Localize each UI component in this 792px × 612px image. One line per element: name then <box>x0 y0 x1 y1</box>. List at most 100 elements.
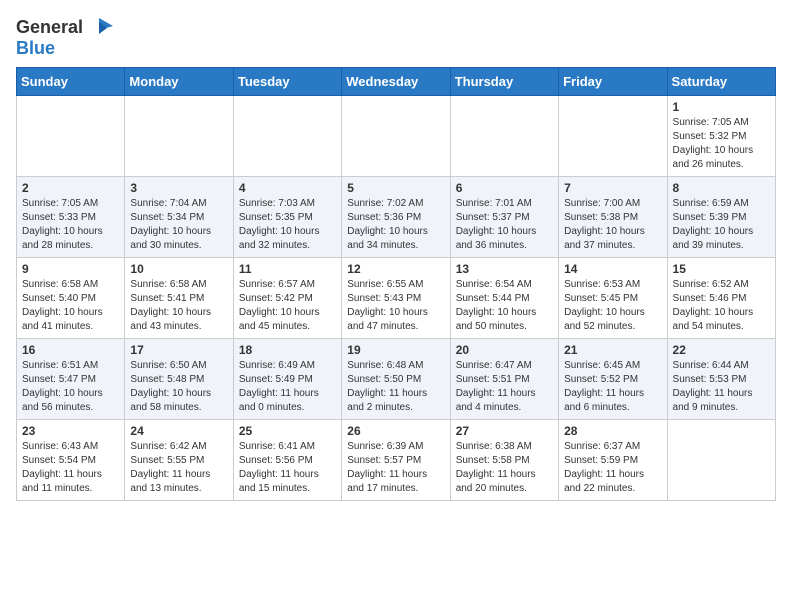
day-info: Sunrise: 6:48 AM Sunset: 5:50 PM Dayligh… <box>347 359 444 415</box>
logo-blue-text: Blue <box>16 38 55 58</box>
calendar-cell <box>667 420 775 501</box>
calendar-week-1: 1 Sunrise: 7:05 AM Sunset: 5:32 PM Daylig… <box>17 96 776 177</box>
calendar-cell: 3 Sunrise: 7:04 AM Sunset: 5:34 PM Daylig… <box>125 177 233 258</box>
calendar-week-5: 23 Sunrise: 6:43 AM Sunset: 5:54 PM Dayli… <box>17 420 776 501</box>
day-number: 28 <box>564 424 661 438</box>
day-info: Sunrise: 6:54 AM Sunset: 5:44 PM Dayligh… <box>456 278 553 334</box>
day-info: Sunrise: 6:45 AM Sunset: 5:52 PM Dayligh… <box>564 359 661 415</box>
calendar-cell <box>342 96 450 177</box>
day-info: Sunrise: 6:49 AM Sunset: 5:49 PM Dayligh… <box>239 359 336 415</box>
day-number: 15 <box>673 262 770 276</box>
day-number: 23 <box>22 424 119 438</box>
day-number: 12 <box>347 262 444 276</box>
day-number: 7 <box>564 181 661 195</box>
calendar-cell: 17 Sunrise: 6:50 AM Sunset: 5:48 PM Dayli… <box>125 339 233 420</box>
day-info: Sunrise: 6:39 AM Sunset: 5:57 PM Dayligh… <box>347 440 444 496</box>
calendar-cell: 15 Sunrise: 6:52 AM Sunset: 5:46 PM Dayli… <box>667 258 775 339</box>
day-info: Sunrise: 6:38 AM Sunset: 5:58 PM Dayligh… <box>456 440 553 496</box>
day-info: Sunrise: 7:01 AM Sunset: 5:37 PM Dayligh… <box>456 197 553 253</box>
calendar-cell: 8 Sunrise: 6:59 AM Sunset: 5:39 PM Daylig… <box>667 177 775 258</box>
day-number: 10 <box>130 262 227 276</box>
day-number: 14 <box>564 262 661 276</box>
day-info: Sunrise: 7:03 AM Sunset: 5:35 PM Dayligh… <box>239 197 336 253</box>
day-number: 8 <box>673 181 770 195</box>
calendar-cell: 9 Sunrise: 6:58 AM Sunset: 5:40 PM Daylig… <box>17 258 125 339</box>
day-number: 5 <box>347 181 444 195</box>
day-number: 17 <box>130 343 227 357</box>
day-info: Sunrise: 7:05 AM Sunset: 5:32 PM Dayligh… <box>673 116 770 172</box>
day-number: 27 <box>456 424 553 438</box>
day-info: Sunrise: 6:50 AM Sunset: 5:48 PM Dayligh… <box>130 359 227 415</box>
page-header: General Blue <box>16 16 776 59</box>
calendar-cell: 26 Sunrise: 6:39 AM Sunset: 5:57 PM Dayli… <box>342 420 450 501</box>
day-info: Sunrise: 6:52 AM Sunset: 5:46 PM Dayligh… <box>673 278 770 334</box>
day-number: 3 <box>130 181 227 195</box>
calendar-cell: 16 Sunrise: 6:51 AM Sunset: 5:47 PM Dayli… <box>17 339 125 420</box>
day-header-friday: Friday <box>559 68 667 96</box>
day-info: Sunrise: 6:57 AM Sunset: 5:42 PM Dayligh… <box>239 278 336 334</box>
day-number: 16 <box>22 343 119 357</box>
calendar-cell <box>17 96 125 177</box>
calendar-cell: 20Sunrise: 6:47 AM Sunset: 5:51 PM Dayli… <box>450 339 558 420</box>
calendar-cell: 1 Sunrise: 7:05 AM Sunset: 5:32 PM Daylig… <box>667 96 775 177</box>
day-number: 21 <box>564 343 661 357</box>
calendar-cell <box>450 96 558 177</box>
calendar-cell: 25 Sunrise: 6:41 AM Sunset: 5:56 PM Dayli… <box>233 420 341 501</box>
day-number: 2 <box>22 181 119 195</box>
day-info: Sunrise: 7:05 AM Sunset: 5:33 PM Dayligh… <box>22 197 119 253</box>
day-number: 1 <box>673 100 770 114</box>
day-info: Sunrise: 6:41 AM Sunset: 5:56 PM Dayligh… <box>239 440 336 496</box>
calendar-cell: 18 Sunrise: 6:49 AM Sunset: 5:49 PM Dayli… <box>233 339 341 420</box>
day-info: Sunrise: 6:59 AM Sunset: 5:39 PM Dayligh… <box>673 197 770 253</box>
calendar-week-2: 2 Sunrise: 7:05 AM Sunset: 5:33 PM Daylig… <box>17 177 776 258</box>
calendar-table: SundayMondayTuesdayWednesdayThursdayFrid… <box>16 67 776 501</box>
day-number: 6 <box>456 181 553 195</box>
calendar-cell: 11 Sunrise: 6:57 AM Sunset: 5:42 PM Dayli… <box>233 258 341 339</box>
calendar-week-3: 9 Sunrise: 6:58 AM Sunset: 5:40 PM Daylig… <box>17 258 776 339</box>
calendar-cell: 19 Sunrise: 6:48 AM Sunset: 5:50 PM Dayli… <box>342 339 450 420</box>
day-info: Sunrise: 6:55 AM Sunset: 5:43 PM Dayligh… <box>347 278 444 334</box>
calendar-cell: 24 Sunrise: 6:42 AM Sunset: 5:55 PM Dayli… <box>125 420 233 501</box>
day-number: 18 <box>239 343 336 357</box>
day-number: 24 <box>130 424 227 438</box>
calendar-week-4: 16 Sunrise: 6:51 AM Sunset: 5:47 PM Dayli… <box>17 339 776 420</box>
calendar-cell: 23 Sunrise: 6:43 AM Sunset: 5:54 PM Dayli… <box>17 420 125 501</box>
day-number: 11 <box>239 262 336 276</box>
day-number: 20 <box>456 343 553 357</box>
calendar-cell: 28 Sunrise: 6:37 AM Sunset: 5:59 PM Dayli… <box>559 420 667 501</box>
day-number: 13 <box>456 262 553 276</box>
day-header-monday: Monday <box>125 68 233 96</box>
day-info: Sunrise: 7:02 AM Sunset: 5:36 PM Dayligh… <box>347 197 444 253</box>
day-header-wednesday: Wednesday <box>342 68 450 96</box>
day-info: Sunrise: 6:37 AM Sunset: 5:59 PM Dayligh… <box>564 440 661 496</box>
day-info: Sunrise: 7:04 AM Sunset: 5:34 PM Dayligh… <box>130 197 227 253</box>
calendar-cell: 21 Sunrise: 6:45 AM Sunset: 5:52 PM Dayli… <box>559 339 667 420</box>
day-info: Sunrise: 6:43 AM Sunset: 5:54 PM Dayligh… <box>22 440 119 496</box>
day-number: 4 <box>239 181 336 195</box>
logo-bird-icon <box>85 16 113 38</box>
day-number: 26 <box>347 424 444 438</box>
logo-general-text: General <box>16 17 83 38</box>
day-info: Sunrise: 6:53 AM Sunset: 5:45 PM Dayligh… <box>564 278 661 334</box>
calendar-cell: 22 Sunrise: 6:44 AM Sunset: 5:53 PM Dayli… <box>667 339 775 420</box>
calendar-cell: 14 Sunrise: 6:53 AM Sunset: 5:45 PM Dayli… <box>559 258 667 339</box>
calendar-cell <box>233 96 341 177</box>
day-number: 19 <box>347 343 444 357</box>
calendar-cell <box>125 96 233 177</box>
day-header-sunday: Sunday <box>17 68 125 96</box>
calendar-cell: 5 Sunrise: 7:02 AM Sunset: 5:36 PM Daylig… <box>342 177 450 258</box>
day-info: Sunrise: 6:58 AM Sunset: 5:40 PM Dayligh… <box>22 278 119 334</box>
day-info: Sunrise: 6:42 AM Sunset: 5:55 PM Dayligh… <box>130 440 227 496</box>
calendar-cell <box>559 96 667 177</box>
calendar-cell: 4 Sunrise: 7:03 AM Sunset: 5:35 PM Daylig… <box>233 177 341 258</box>
day-info: Sunrise: 6:44 AM Sunset: 5:53 PM Dayligh… <box>673 359 770 415</box>
calendar-cell: 12 Sunrise: 6:55 AM Sunset: 5:43 PM Dayli… <box>342 258 450 339</box>
day-number: 25 <box>239 424 336 438</box>
day-info: Sunrise: 6:58 AM Sunset: 5:41 PM Dayligh… <box>130 278 227 334</box>
day-header-saturday: Saturday <box>667 68 775 96</box>
day-number: 9 <box>22 262 119 276</box>
day-info: Sunrise: 6:51 AM Sunset: 5:47 PM Dayligh… <box>22 359 119 415</box>
calendar-cell: 2 Sunrise: 7:05 AM Sunset: 5:33 PM Daylig… <box>17 177 125 258</box>
day-header-thursday: Thursday <box>450 68 558 96</box>
day-number: 22 <box>673 343 770 357</box>
